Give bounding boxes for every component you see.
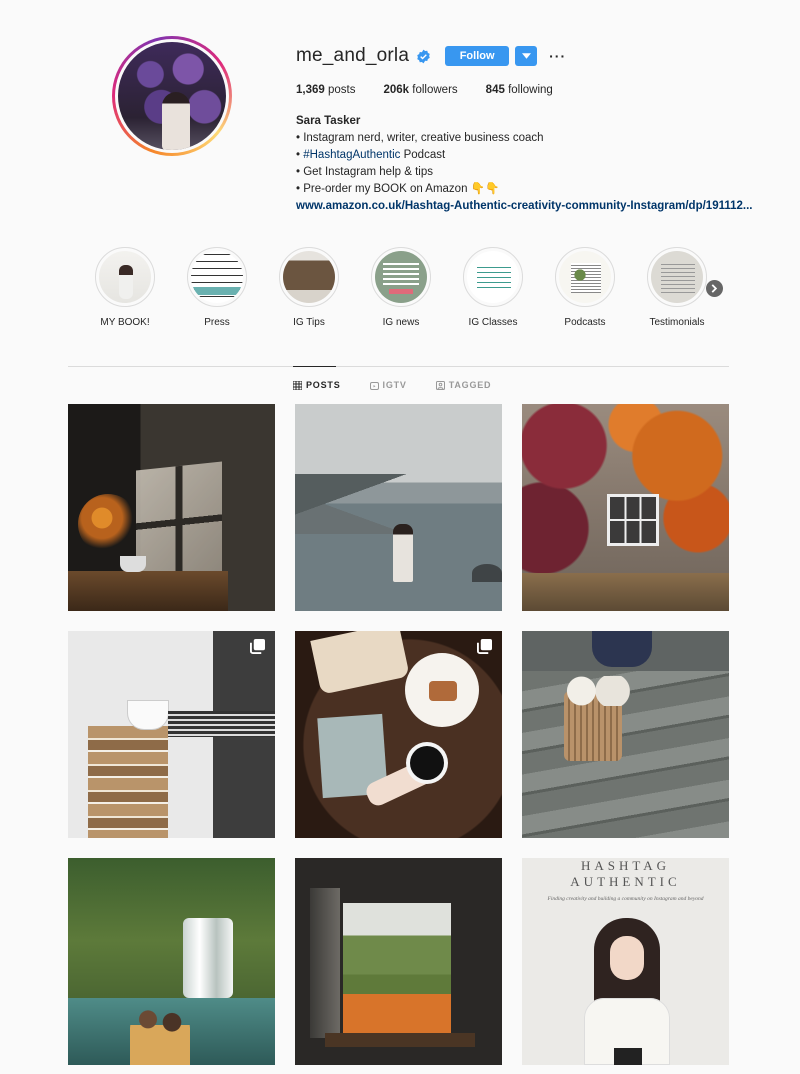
carousel-icon (477, 639, 492, 654)
highlight-podcasts[interactable]: Podcasts (554, 247, 616, 328)
avatar (118, 42, 226, 150)
highlight-cover (283, 251, 335, 303)
book-cover-title: HASHTAG (580, 858, 671, 873)
profile-tabs: POSTS IGTV TAGGED (293, 380, 520, 390)
highlight-my-book[interactable]: MY BOOK! (94, 247, 156, 328)
igtv-icon (369, 381, 379, 390)
more-options-button[interactable]: ··· (549, 49, 566, 63)
highlight-label: IG Classes (468, 317, 518, 328)
post-thumbnail[interactable] (522, 631, 729, 838)
highlight-label: Podcasts (564, 317, 606, 328)
chevron-down-icon (521, 53, 531, 59)
profile-avatar-ring[interactable] (112, 36, 232, 156)
highlight-cover (191, 251, 243, 303)
profile-username: me_and_orla (296, 45, 410, 66)
post-thumbnail[interactable] (295, 404, 502, 611)
highlight-label: Testimonials (649, 317, 705, 328)
grid-icon (293, 380, 302, 390)
carousel-icon (250, 639, 265, 654)
highlight-testimonials[interactable]: Testimonials (646, 247, 708, 328)
following-link[interactable]: 845 following (486, 84, 553, 96)
highlight-cover (99, 251, 151, 303)
profile-bio: Sara Tasker • Instagram nerd, writer, cr… (296, 113, 753, 215)
highlight-label: Press (204, 317, 230, 328)
bio-line: • #HashtagAuthentic Podcast (296, 149, 446, 161)
post-thumbnail[interactable] (295, 858, 502, 1065)
post-thumbnail[interactable] (522, 404, 729, 611)
verified-badge-icon (416, 49, 431, 64)
hashtag-link[interactable]: #HashtagAuthentic (303, 149, 400, 161)
highlight-cover (375, 251, 427, 303)
book-cover-subtitle: Finding creativity and building a commun… (547, 896, 704, 902)
highlight-label: IG Tips (293, 317, 325, 328)
profile-stats: 1,369 posts 206k followers 845 following (296, 84, 581, 96)
post-thumbnail[interactable] (68, 631, 275, 838)
posts-count: 1,369 posts (296, 84, 356, 96)
highlight-label: IG news (382, 317, 420, 328)
bio-website-link[interactable]: www.amazon.co.uk/Hashtag-Authentic-creat… (296, 198, 753, 215)
bio-line: • Instagram nerd, writer, creative busin… (296, 132, 544, 144)
highlight-ig-classes[interactable]: IG Classes (462, 247, 524, 328)
book-cover-title: AUTHENTIC (570, 874, 681, 889)
highlight-cover (651, 251, 703, 303)
suggested-dropdown-button[interactable] (515, 46, 538, 66)
profile-full-name: Sara Tasker (296, 115, 361, 127)
tagged-icon (435, 380, 445, 390)
tab-tagged[interactable]: TAGGED (435, 380, 492, 390)
post-thumbnail[interactable] (295, 631, 502, 838)
highlight-press[interactable]: Press (186, 247, 248, 328)
tab-posts[interactable]: POSTS (293, 380, 341, 390)
bio-line: • Pre-order my BOOK on Amazon 👇👇 (296, 183, 500, 195)
active-tab-indicator (293, 366, 336, 367)
post-thumbnail[interactable]: HASHTAG AUTHENTIC Finding creativity and… (522, 858, 729, 1065)
highlight-label: MY BOOK! (100, 317, 150, 328)
tabs-divider (68, 366, 729, 367)
tab-igtv[interactable]: IGTV (369, 380, 407, 390)
followers-link[interactable]: 206k followers (383, 84, 457, 96)
highlight-ig-news[interactable]: IG news (370, 247, 432, 328)
chevron-right-icon (711, 284, 718, 293)
profile-header: me_and_orla Follow ··· 1,369 posts 206k … (296, 44, 756, 212)
highlight-cover (559, 251, 611, 303)
post-thumbnail[interactable] (68, 858, 275, 1065)
post-thumbnail[interactable] (68, 404, 275, 611)
story-highlights: MY BOOK! Press IG Tips IG news IG Classe… (94, 247, 734, 337)
highlight-ig-tips[interactable]: IG Tips (278, 247, 340, 328)
bio-line: • Get Instagram help & tips (296, 166, 433, 178)
follow-button[interactable]: Follow (445, 46, 510, 66)
highlights-next-button[interactable] (706, 280, 723, 297)
highlight-cover (467, 251, 519, 303)
